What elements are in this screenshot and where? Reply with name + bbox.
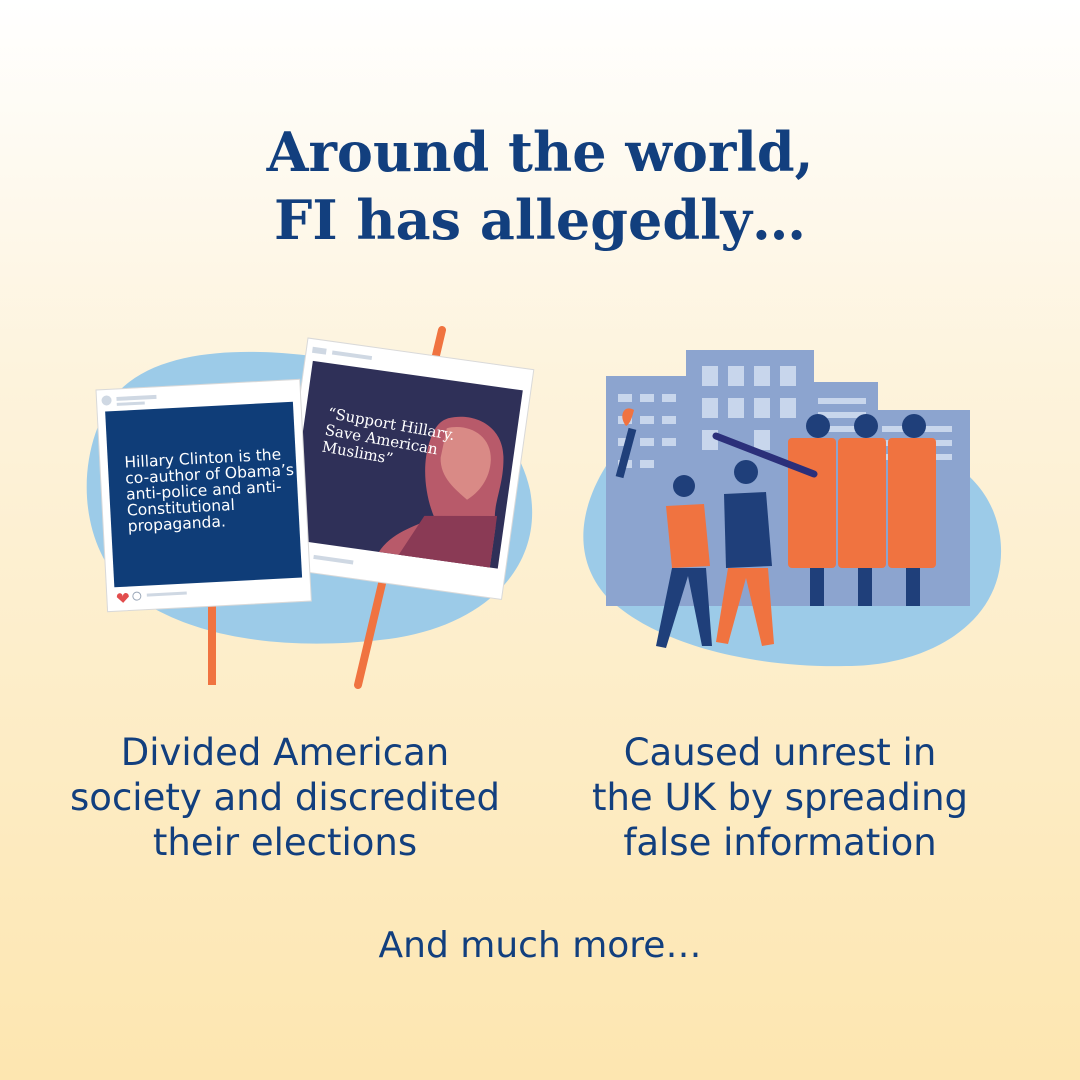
caption-left-line-3: their elections	[152, 821, 418, 864]
caption-right-line-2: the UK by spreading	[591, 776, 969, 819]
unrest-graphic	[583, 350, 1002, 667]
sign1-text: Hillary Clinton is the co-author of Obam…	[123, 445, 295, 536]
footer-text: And much more…	[378, 925, 702, 966]
unrest-illustration	[566, 346, 1006, 676]
caption-right-line-3: false information	[623, 821, 937, 864]
riot-shield	[838, 438, 886, 568]
caption-left-line-2: society and discredited	[70, 776, 500, 819]
riot-police	[788, 414, 936, 606]
title-line-2: FI has allegedly…	[274, 188, 806, 252]
caption-right: Caused unrest in the UK by spreading fal…	[560, 730, 1000, 865]
page-title: Around the world, FI has allegedly…	[0, 118, 1080, 254]
riot-shield	[888, 438, 936, 568]
caption-left-line-1: Divided American	[120, 731, 450, 774]
sign-pole-left	[208, 600, 216, 685]
title-line-1: Around the world,	[266, 120, 814, 184]
protest-signs-illustration: Hillary Clinton is the co-author of Obam…	[80, 320, 540, 700]
caption-left: Divided American society and discredited…	[40, 730, 530, 865]
caption-right-line-1: Caused unrest in	[623, 731, 937, 774]
riot-shield	[788, 438, 836, 568]
